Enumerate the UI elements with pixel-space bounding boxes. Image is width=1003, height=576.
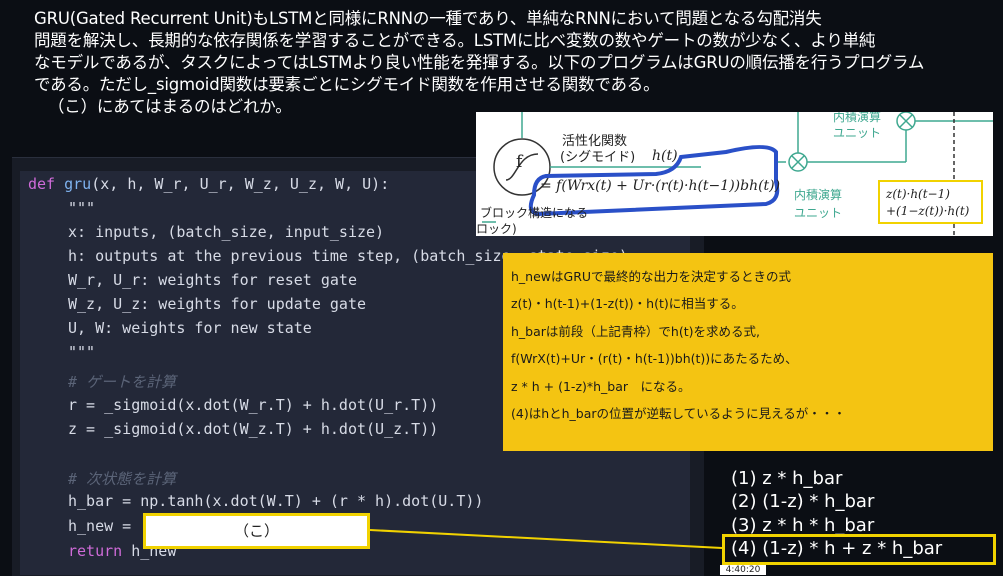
- note-line: h_newはGRUで最終的な出力を決定するときの式: [511, 269, 792, 284]
- note-line: z(t)・h(t-1)+(1-z(t))・h(t)に相当する。: [511, 296, 744, 312]
- output-line-2: +(1−z(t))·h(t): [886, 204, 970, 218]
- note-line: h_barは前段（上記青枠）でh(t)を求める式,: [511, 323, 760, 339]
- inner-product-label: 内積演算: [794, 188, 843, 202]
- choice-2[interactable]: (2) (1-z) * h_bar: [731, 490, 942, 513]
- output-formula-box: z(t)·h(t−1) +(1−z(t))·h(t): [878, 180, 983, 224]
- block-label: ブロック構造になる: [480, 206, 589, 220]
- choice-4-highlight: [722, 534, 996, 565]
- output-line-1: z(t)·h(t−1): [886, 187, 950, 201]
- code-line-hnew: h_new =: [68, 517, 141, 535]
- code-line-def: def gru(x, h, W_r, U_r, W_z, U_z, W, U):: [28, 175, 389, 193]
- docstring-line: U, W: weights for new state: [68, 319, 312, 337]
- code-line-hbar: h_bar = np.tanh(x.dot(W.T) + (r * h).dot…: [68, 492, 484, 510]
- function-args: (x, h, W_r, U_r, W_z, U_z, W, U):: [91, 175, 390, 193]
- note-line: z * h + (1-z)*h_bar になる。: [511, 378, 691, 394]
- top-unit-label: ユニット: [833, 126, 882, 140]
- block-label-2: ロック): [476, 222, 517, 236]
- unit-label: ユニット: [794, 206, 843, 220]
- question-line: なモデルであるが、タスクによってはLSTMより良い性能を発揮する。以下のプログラ…: [34, 53, 925, 72]
- docstring-open: """: [68, 199, 96, 217]
- note-line: f(WrX(t)+Ur・(r(t)・h(t-1))bh(t))にあたるため、: [511, 351, 798, 367]
- docstring-line: W_z, U_z: weights for update gate: [68, 295, 367, 313]
- sigmoid-label: (シグモイド): [560, 150, 636, 165]
- comment-gate: # ゲートを計算: [68, 373, 177, 391]
- docstring-close: """: [68, 343, 96, 361]
- gru-diagram: 活性化関数 (シグモイド) h(t) f = f(Wrx(t) + Ur·(r(…: [476, 112, 993, 236]
- answer-blank: （こ）: [143, 513, 370, 549]
- question-line: GRU(Gated Recurrent Unit)もLSTMと同様にRNNの一種…: [34, 9, 822, 28]
- function-name: gru: [64, 175, 92, 193]
- def-keyword: def: [28, 175, 56, 193]
- note-line: (4)はhとh_barの位置が逆転しているように見えるが・・・: [511, 406, 846, 422]
- question-line: である。ただし_sigmoid関数は要素ごとにシグモイド関数を作用させる関数であ…: [34, 75, 660, 94]
- choice-1[interactable]: (1) z * h_bar: [731, 467, 942, 490]
- f-symbol: f: [516, 152, 523, 172]
- ht-label: h(t): [652, 148, 678, 164]
- formula-text: = f(Wrx(t) + Ur·(r(t)·h(t−1))bh(t)): [540, 178, 781, 194]
- docstring-line: W_r, U_r: weights for reset gate: [68, 271, 357, 289]
- explanation-note: h_newはGRUで最終的な出力を決定するときの式 z(t)・h(t-1)+(1…: [503, 253, 993, 451]
- docstring-line: x: inputs, (batch_size, input_size): [68, 223, 385, 241]
- question-text: GRU(Gated Recurrent Unit)もLSTMと同様にRNNの一種…: [34, 8, 964, 118]
- comment-state: # 次状態を計算: [68, 470, 177, 488]
- video-timestamp: 4:40:20: [720, 565, 766, 575]
- question-line: 問題を解決し、長期的な依存関係を学習することができる。LSTMに比べ変数の数やゲ…: [34, 31, 876, 50]
- code-line-r: r = _sigmoid(x.dot(W_r.T) + h.dot(U_r.T)…: [68, 396, 439, 414]
- code-line-z: z = _sigmoid(x.dot(W_z.T) + h.dot(U_z.T)…: [68, 420, 439, 438]
- return-keyword: return: [68, 542, 123, 560]
